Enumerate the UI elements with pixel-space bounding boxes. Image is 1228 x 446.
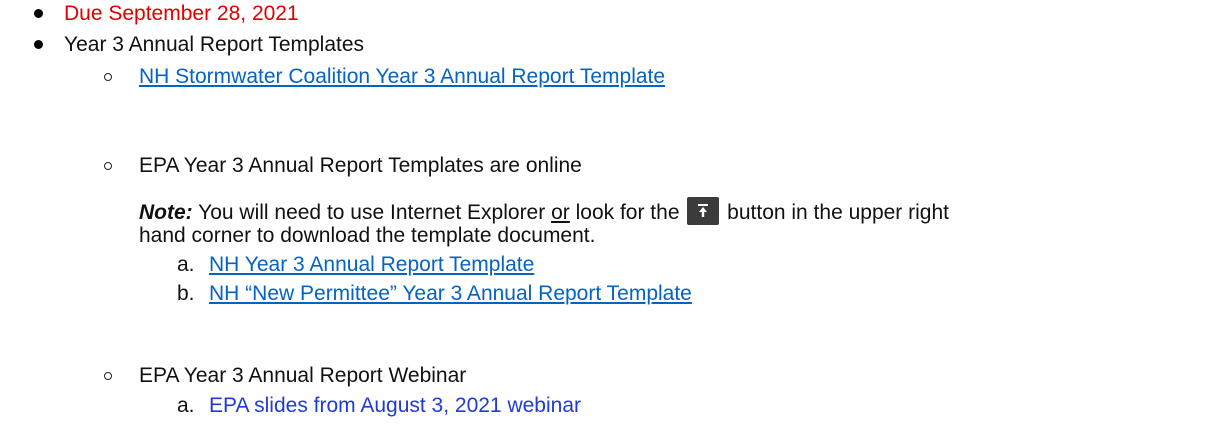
note-paragraph: Note: You will need to use Internet Expl…	[139, 197, 949, 226]
note-label: Note:	[139, 201, 193, 224]
webinar-text: EPA Year 3 Annual Report Webinar	[139, 364, 467, 387]
epa-online-text: EPA Year 3 Annual Report Templates are o…	[139, 154, 582, 177]
bullet-icon	[34, 40, 43, 49]
note-text-1: You will need to use Internet Explorer	[192, 201, 552, 224]
circle-bullet-icon	[104, 372, 112, 380]
list-letter-a: a.	[177, 253, 195, 276]
due-date-text: Due September 28, 2021	[64, 2, 299, 25]
list-letter-b: b.	[177, 282, 195, 305]
circle-bullet-icon	[104, 73, 112, 81]
coalition-item: NH Stormwater Coalition Year 3 Annual Re…	[139, 64, 665, 90]
note-or: or	[551, 201, 570, 224]
upload-arrow-icon	[698, 204, 709, 217]
nh-template-link[interactable]: NH Year 3 Annual Report Template	[209, 253, 534, 276]
upload-button[interactable]	[687, 197, 720, 225]
sub-item-a: NH Year 3 Annual Report Template	[209, 252, 534, 278]
list-letter-a: a.	[177, 394, 195, 417]
sub-item-b: NH “New Permittee” Year 3 Annual Report …	[209, 281, 692, 307]
note-line-2: hand corner to download the template doc…	[139, 224, 596, 247]
bullet-icon	[34, 9, 43, 18]
new-permittee-template-link[interactable]: NH “New Permittee” Year 3 Annual Report …	[209, 282, 692, 305]
note-text-2: look for the	[569, 201, 686, 224]
epa-slides-link[interactable]: EPA slides from August 3, 2021 webinar	[209, 394, 581, 417]
document-page: Due September 28, 2021 Year 3 Annual Rep…	[0, 0, 1228, 446]
note-text-3: button in the upper right	[721, 201, 949, 224]
circle-bullet-icon	[104, 162, 112, 170]
slides-item: EPA slides from August 3, 2021 webinar	[209, 393, 581, 419]
coalition-template-link[interactable]: NH Stormwater Coalition Year 3 Annual Re…	[139, 65, 665, 88]
templates-heading: Year 3 Annual Report Templates	[64, 33, 365, 56]
